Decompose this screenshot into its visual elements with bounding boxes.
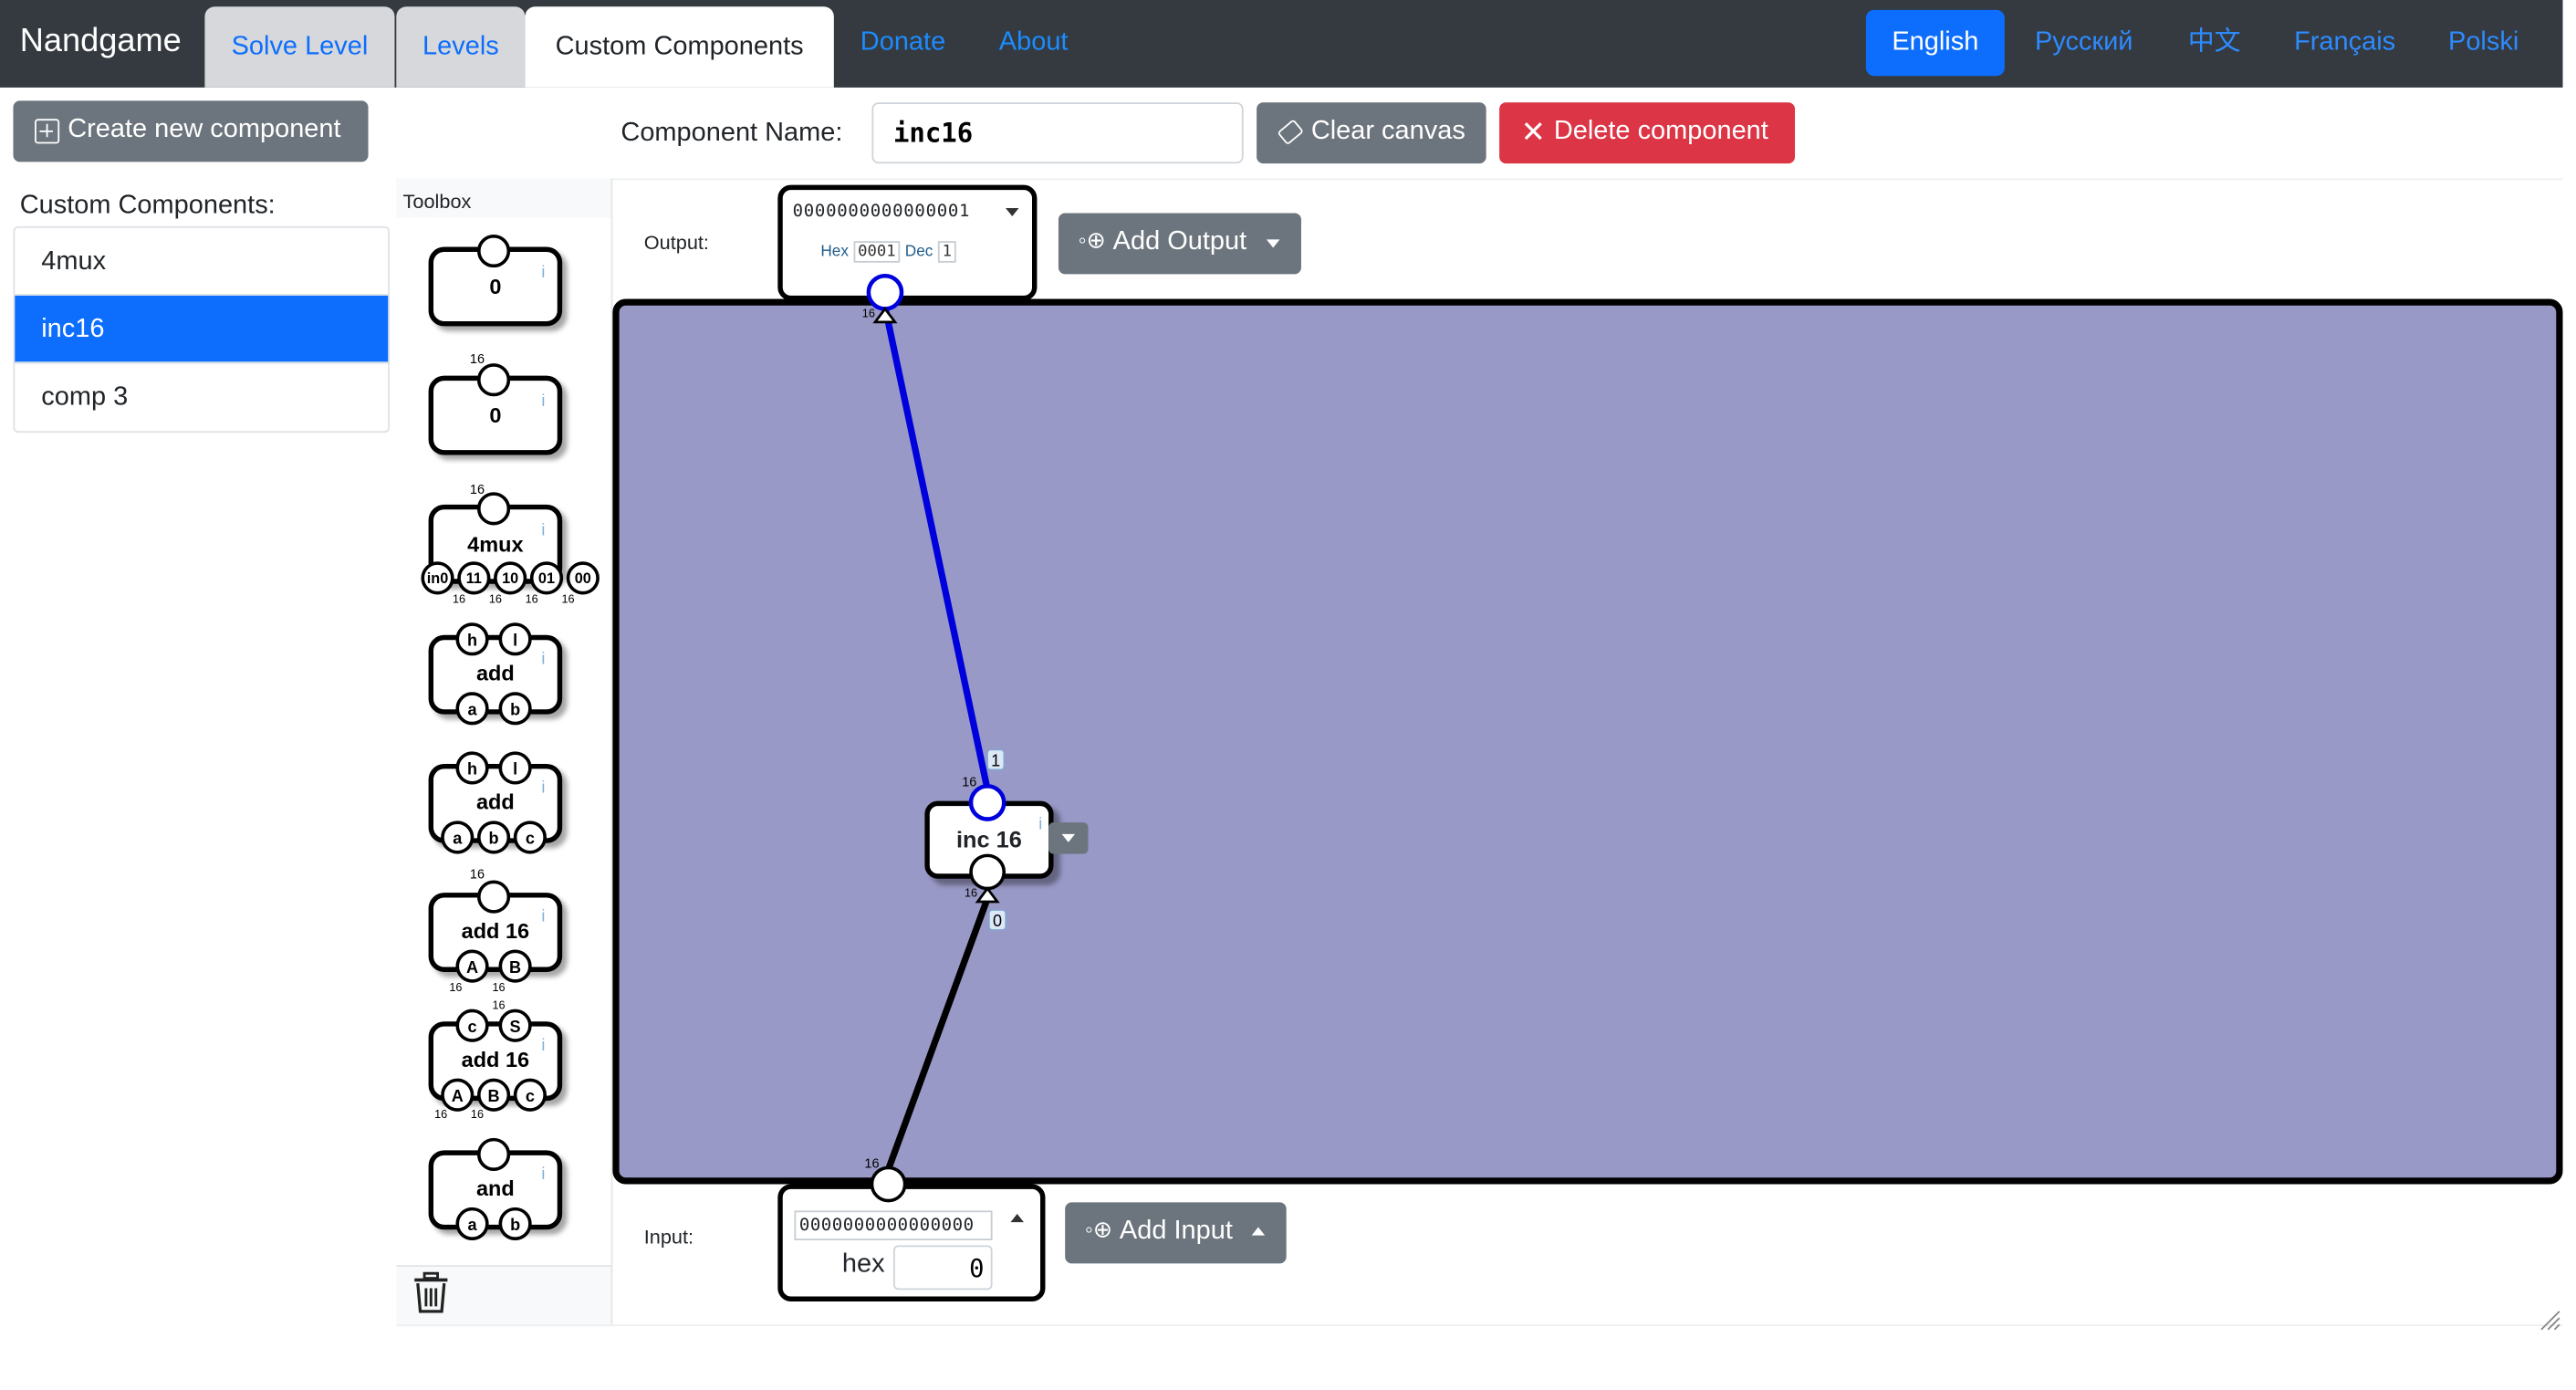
- resize-handle-icon[interactable]: [2538, 1308, 2560, 1331]
- arrow-up-icon: [975, 886, 1000, 904]
- inc16-output-pin[interactable]: [968, 784, 1006, 821]
- inc16-output-value: 1: [991, 752, 1000, 770]
- inc16-input-pin[interactable]: [969, 853, 1006, 891]
- inc16-input-value: 0: [993, 912, 1002, 930]
- info-icon[interactable]: i: [1038, 814, 1042, 832]
- bus-width-label: 16: [962, 775, 976, 789]
- bus-width-label: 16: [965, 887, 977, 900]
- node-pins-layer: i 16 1 16 0: [962, 748, 1042, 931]
